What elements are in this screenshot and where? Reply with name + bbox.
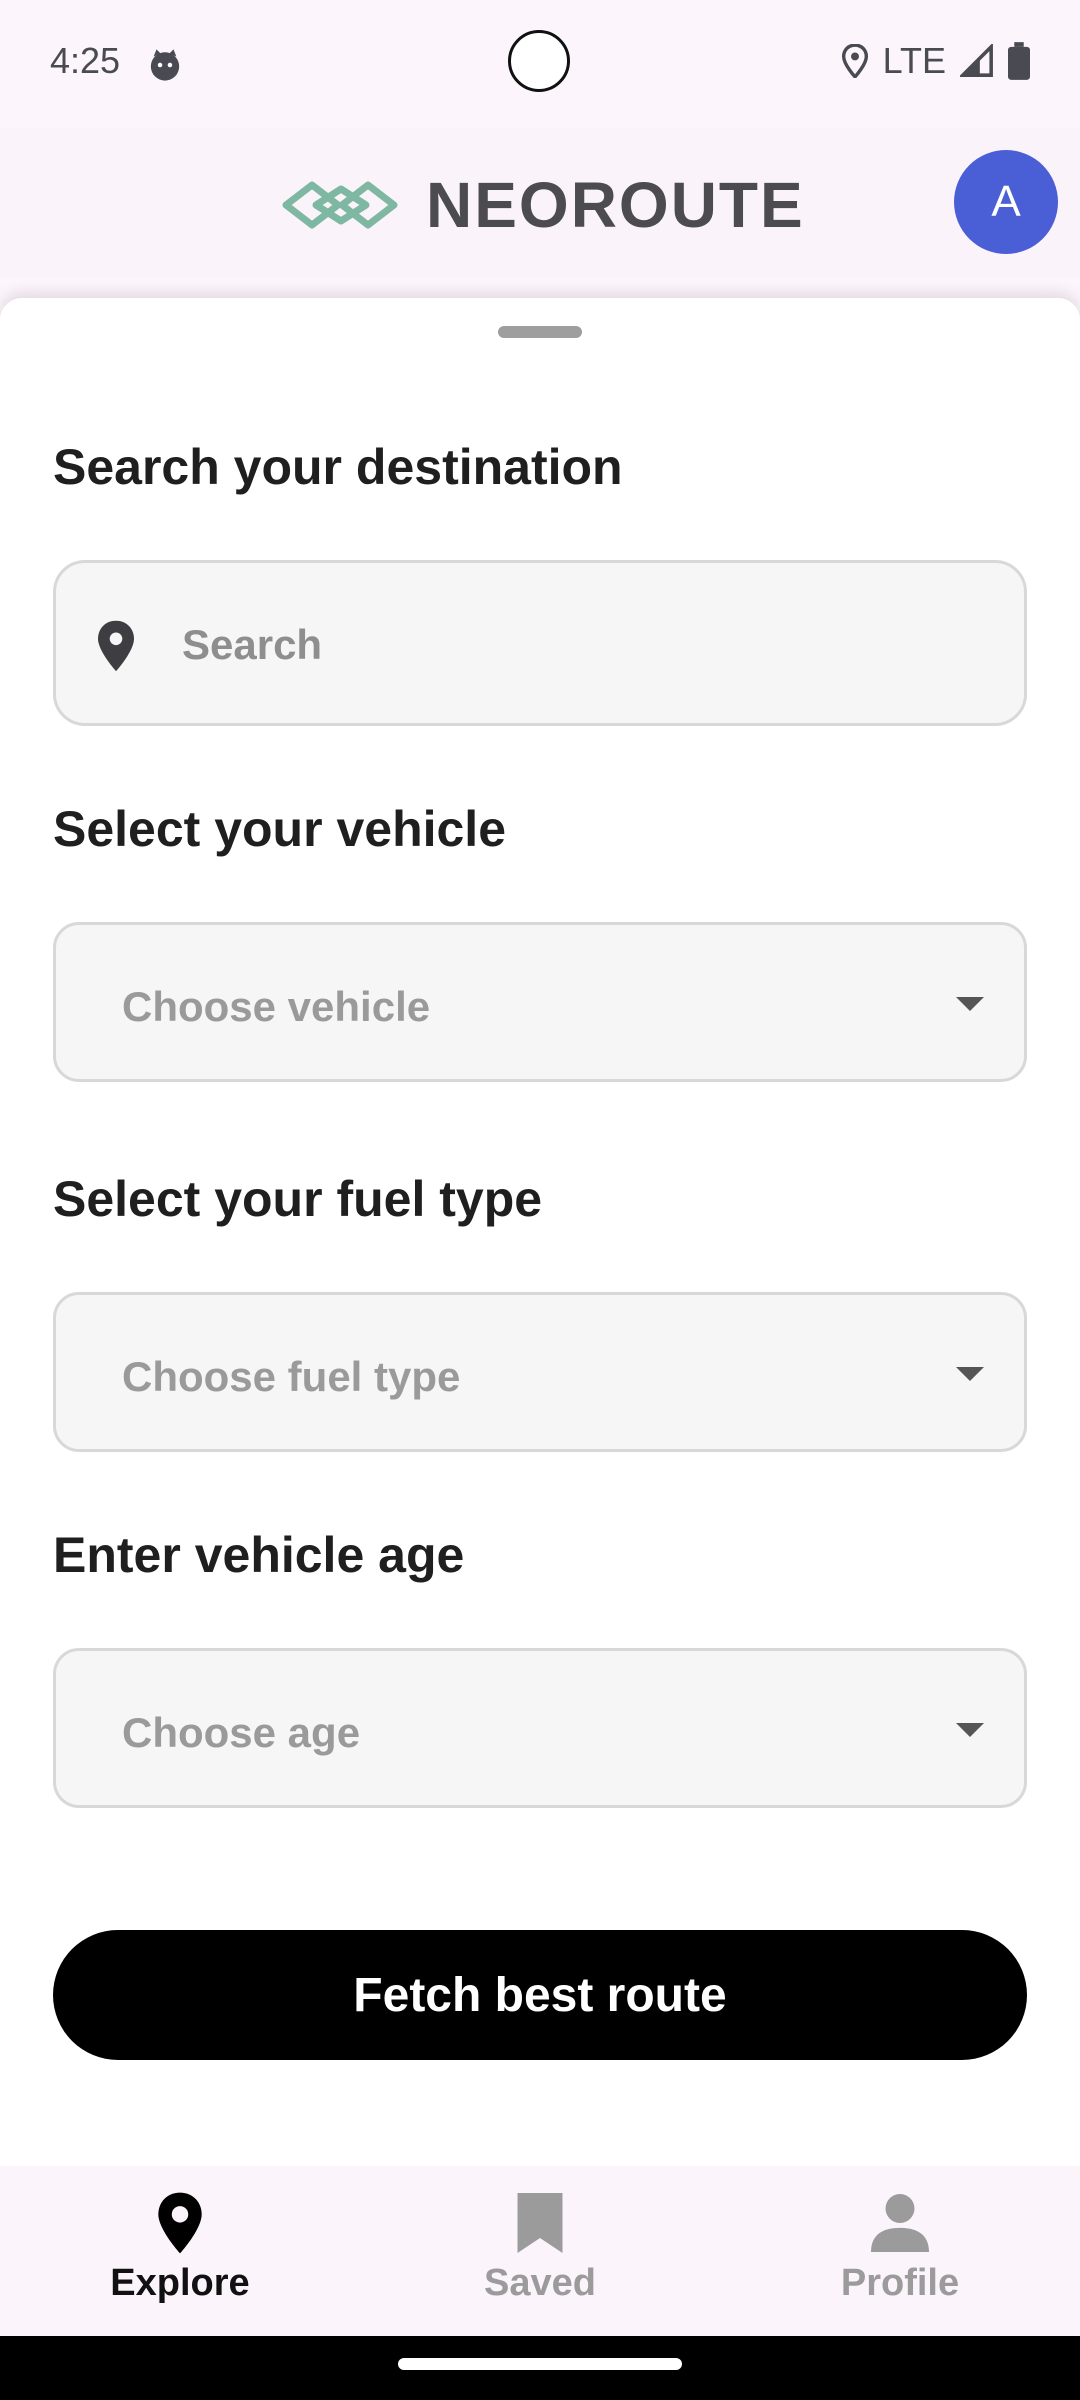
- cat-notification-icon: [150, 49, 180, 81]
- fuel-type-dropdown-placeholder: Choose fuel type: [122, 1353, 461, 1400]
- gesture-navigation-bar: [0, 2336, 1080, 2400]
- brand-logo: NEOROUTE: [282, 168, 805, 242]
- location-icon: [841, 44, 868, 78]
- bookmark-icon: [517, 2193, 563, 2253]
- fuel-type-label: Select your fuel type: [53, 1171, 543, 1227]
- nav-profile-label: Profile: [840, 2262, 960, 2304]
- app-bar: NEOROUTE A: [0, 128, 1080, 278]
- nav-profile[interactable]: Profile: [780, 2190, 1020, 2305]
- vehicle-age-dropdown[interactable]: Choose age: [53, 1648, 1027, 1808]
- nav-explore[interactable]: Explore: [60, 2190, 300, 2305]
- route-form-sheet: Search your destination Search Select yo…: [0, 298, 1080, 2166]
- nav-saved[interactable]: Saved: [420, 2190, 660, 2305]
- home-gesture-handle[interactable]: [398, 2358, 682, 2370]
- search-placeholder: Search: [182, 621, 323, 668]
- user-avatar[interactable]: A: [954, 150, 1058, 254]
- fuel-type-dropdown[interactable]: Choose fuel type: [53, 1292, 1027, 1452]
- fetch-best-route-button[interactable]: Fetch best route: [53, 1930, 1027, 2060]
- pin-icon: [158, 2192, 202, 2254]
- destination-search-input[interactable]: Search: [53, 560, 1027, 726]
- nav-saved-label: Saved: [484, 2262, 596, 2304]
- vehicle-label: Select your vehicle: [53, 801, 507, 857]
- bottom-navigation: Explore Saved Profile: [0, 2166, 1080, 2336]
- chevron-down-icon: [956, 1723, 984, 1737]
- location-pin-icon: [98, 620, 134, 672]
- chevron-down-icon: [956, 1367, 984, 1381]
- chevron-down-icon: [956, 997, 984, 1011]
- sheet-drag-handle[interactable]: [498, 326, 582, 338]
- person-icon: [871, 2194, 929, 2252]
- status-indicators: LTE: [841, 40, 1030, 82]
- brand-name: NEOROUTE: [426, 169, 805, 241]
- nav-explore-label: Explore: [110, 2262, 250, 2304]
- network-type: LTE: [882, 40, 946, 81]
- camera-cutout: [508, 30, 570, 92]
- neoroute-logo-icon: [282, 181, 398, 229]
- vehicle-age-dropdown-placeholder: Choose age: [122, 1709, 361, 1756]
- vehicle-dropdown[interactable]: Choose vehicle: [53, 922, 1027, 1082]
- vehicle-dropdown-placeholder: Choose vehicle: [122, 983, 431, 1030]
- vehicle-age-label: Enter vehicle age: [53, 1527, 465, 1583]
- signal-icon: [960, 44, 993, 77]
- battery-icon: [1008, 42, 1030, 80]
- destination-label: Search your destination: [53, 439, 623, 495]
- status-time: 4:25: [50, 40, 121, 81]
- status-bar: 4:25 LTE: [0, 0, 1080, 128]
